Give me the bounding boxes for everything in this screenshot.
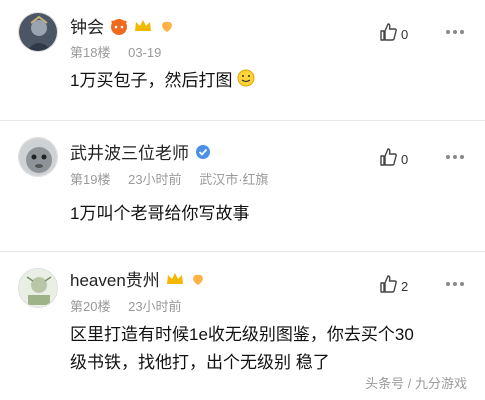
comment-meta: 第19楼 23小时前 武汉市·红旗 bbox=[70, 169, 283, 188]
comment-text-line-2: 级书铁，找他打，出个无级别 稳了 bbox=[70, 353, 330, 372]
watermark: 头条号 / 九分游戏 bbox=[365, 376, 467, 391]
comment-text-line-1: 区里打造有时候1e收无级别图鉴，你去买个30 bbox=[70, 325, 414, 344]
like-button[interactable]: 0 bbox=[378, 22, 408, 47]
timestamp: 03-19 bbox=[128, 45, 162, 60]
verified-badge-icon bbox=[194, 143, 212, 166]
devil-badge-icon bbox=[109, 17, 129, 40]
crown-badge-icon bbox=[165, 271, 185, 292]
more-icon[interactable] bbox=[446, 155, 464, 159]
timestamp: 23小时前 bbox=[128, 299, 182, 314]
smile-emoji-icon bbox=[237, 69, 255, 95]
avatar[interactable] bbox=[18, 137, 58, 177]
like-button[interactable]: 2 bbox=[378, 274, 408, 299]
leaf-badge-icon bbox=[189, 271, 207, 292]
like-button[interactable]: 0 bbox=[378, 147, 408, 172]
comment-meta: 第18楼 03-19 bbox=[70, 42, 175, 61]
location-label: 武汉市·红旗 bbox=[199, 172, 269, 187]
comment-item-1: 钟会 第18楼 03-19 0 1万买包子，然后打图 bbox=[0, 0, 485, 120]
username[interactable]: heaven贵州 bbox=[70, 266, 207, 292]
avatar[interactable] bbox=[18, 268, 58, 308]
username[interactable]: 武井波三位老师 bbox=[70, 139, 212, 166]
more-icon[interactable] bbox=[446, 282, 464, 286]
avatar[interactable] bbox=[18, 12, 58, 52]
like-count: 2 bbox=[401, 279, 409, 294]
more-icon[interactable] bbox=[446, 30, 464, 34]
crown-badge-icon bbox=[133, 18, 153, 39]
like-count: 0 bbox=[401, 152, 409, 167]
timestamp: 23小时前 bbox=[128, 172, 182, 187]
floor-label: 第19楼 bbox=[70, 172, 111, 187]
username[interactable]: 钟会 bbox=[70, 13, 176, 40]
like-icon bbox=[378, 147, 398, 172]
comment-text: 1万叫个老哥给你写故事 bbox=[70, 204, 250, 223]
comment-item-2: 武井波三位老师 第19楼 23小时前 武汉市·红旗 0 1万叫个老哥给你写故事 bbox=[0, 121, 485, 251]
like-icon bbox=[378, 22, 398, 47]
comment-text: 1万买包子，然后打图 bbox=[70, 68, 255, 95]
leaf-badge-icon bbox=[158, 18, 176, 39]
like-count: 0 bbox=[401, 27, 409, 42]
floor-label: 第18楼 bbox=[70, 45, 111, 60]
like-icon bbox=[378, 274, 398, 299]
floor-label: 第20楼 bbox=[70, 299, 111, 314]
comment-meta: 第20楼 23小时前 bbox=[70, 296, 196, 315]
